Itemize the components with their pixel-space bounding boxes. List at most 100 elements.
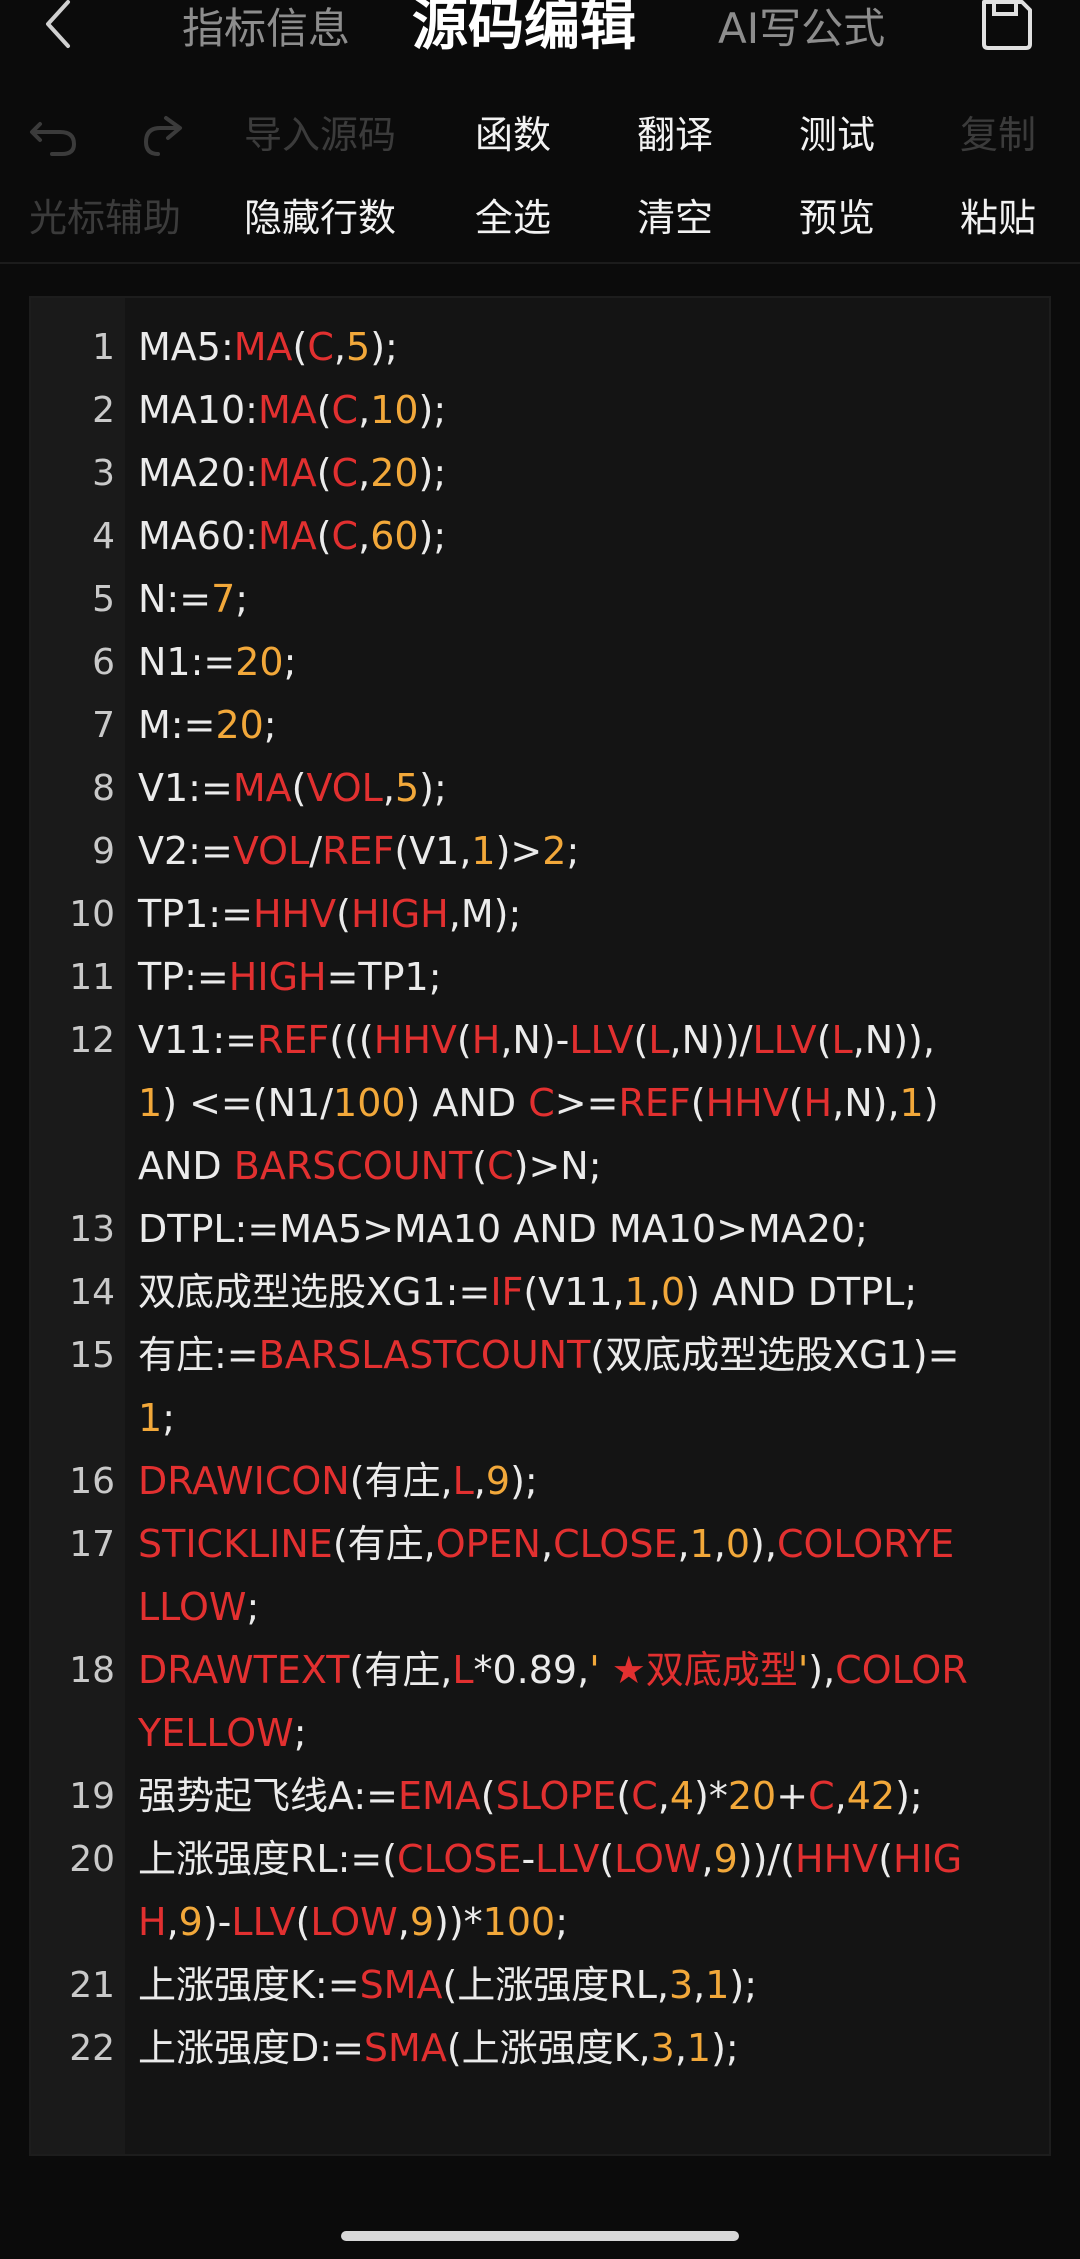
code-token-text: , xyxy=(677,1522,690,1566)
code-line[interactable]: 15 有庄:=BARSLASTCOUNT(双底成型选股XG1)= 1; xyxy=(31,1324,1049,1450)
code-line[interactable]: 22 上涨强度D:=SMA(上涨强度K,3,1); xyxy=(31,2017,1049,2080)
back-button[interactable] xyxy=(38,0,78,56)
code-token-text: V1:= xyxy=(138,766,233,810)
code-token-number: 100 xyxy=(333,1081,406,1125)
code-token-text: ; xyxy=(235,577,249,621)
tab-source-edit[interactable]: 源码编辑 xyxy=(412,0,636,58)
code-token-number: 1 xyxy=(624,1270,649,1314)
code-text: DRAWTEXT(有庄,L*0.89,' ★双底成型'),COLORYELLOW… xyxy=(138,1639,968,1765)
code-line[interactable]: 4 MA60:MA(C,60); xyxy=(31,505,1049,568)
code-token-function: MA xyxy=(232,766,292,810)
code-token-number: 1 xyxy=(138,1396,163,1440)
code-token-number: 20 xyxy=(215,703,264,747)
code-token-text: ); xyxy=(370,325,398,369)
code-line[interactable]: 21 上涨强度K:=SMA(上涨强度RL,3,1); xyxy=(31,1954,1049,2017)
code-token-text: , xyxy=(473,1459,486,1503)
code-line[interactable]: 2 MA10:MA(C,10); xyxy=(31,379,1049,442)
code-token-number: 1 xyxy=(138,1081,163,1125)
code-line[interactable]: 20 上涨强度RL:=(CLOSE-LLV(LOW,9))/(HHV(HIGH,9… xyxy=(31,1828,1049,1954)
code-token-number: 9 xyxy=(178,1900,203,1944)
clear-button[interactable]: 清空 xyxy=(637,188,713,248)
code-token-function: C xyxy=(331,388,359,432)
code-token-text: ))/( xyxy=(737,1837,796,1881)
chevron-left-icon xyxy=(46,0,70,48)
translate-button[interactable]: 翻译 xyxy=(637,105,713,165)
code-token-number: ' xyxy=(589,1648,600,1692)
hide-line-numbers-button[interactable]: 隐藏行数 xyxy=(244,188,396,248)
code-token-text: ( xyxy=(292,325,308,369)
tab-indicator-info[interactable]: 指标信息 xyxy=(182,0,350,60)
code-line[interactable]: 18 DRAWTEXT(有庄,L*0.89,' ★双底成型'),COLORYELL… xyxy=(31,1639,1049,1765)
code-token-function: MA xyxy=(257,451,317,495)
code-token-text: ; xyxy=(555,1900,568,1944)
code-token-function: REF xyxy=(322,829,395,873)
tab-ai-formula[interactable]: AI写公式 xyxy=(718,0,885,60)
code-token-text: (双底成型选股XG1)= xyxy=(590,1333,960,1377)
function-button[interactable]: 函数 xyxy=(475,105,551,165)
home-indicator[interactable] xyxy=(341,2231,739,2241)
undo-button[interactable] xyxy=(26,106,82,166)
code-token-function: LOW xyxy=(614,1837,702,1881)
code-line[interactable]: 8 V1:=MA(VOL,5); xyxy=(31,757,1049,820)
redo-button[interactable] xyxy=(136,106,192,166)
code-token-text: , xyxy=(657,1774,670,1818)
code-line[interactable]: 7 M:=20; xyxy=(31,694,1049,757)
code-token-number: 3 xyxy=(650,2026,675,2070)
copy-button[interactable]: 复制 xyxy=(960,105,1036,165)
code-token-text: , xyxy=(834,1774,847,1818)
preview-button[interactable]: 预览 xyxy=(799,188,875,248)
code-text: STICKLINE(有庄,OPEN,CLOSE,1,0),COLORYELLOW… xyxy=(138,1513,968,1639)
code-token-text: (上涨强度K, xyxy=(446,2026,651,2070)
code-token-number: 60 xyxy=(370,514,419,558)
code-line[interactable]: 12 V11:=REF(((HHV(H,N)-LLV(L,N))/LLV(L,N)… xyxy=(31,1009,1049,1198)
code-token-number: 3 xyxy=(668,1963,694,2007)
code-text: MA60:MA(C,60); xyxy=(138,505,968,568)
code-token-function: L xyxy=(452,1459,474,1503)
code-token-text: ); xyxy=(418,388,447,432)
code-token-text: ( xyxy=(472,1144,488,1188)
test-button[interactable]: 测试 xyxy=(799,105,875,165)
code-token-text: (上涨强度RL, xyxy=(442,1963,669,2007)
code-token-text: , xyxy=(358,514,371,558)
code-line[interactable]: 3 MA20:MA(C,20); xyxy=(31,442,1049,505)
code-line[interactable]: 11 TP:=HIGH=TP1; xyxy=(31,946,1049,1009)
code-line[interactable]: 19 强势起飞线A:=EMA(SLOPE(C,4)*20+C,42); xyxy=(31,1765,1049,1828)
code-token-number: 1 xyxy=(471,829,496,873)
line-number: 12 xyxy=(69,1020,115,1061)
code-token-function: C xyxy=(307,325,334,369)
code-line[interactable]: 1 MA5:MA(C,5); xyxy=(31,316,1049,379)
code-line[interactable]: 14 双底成型选股XG1:=IF(V11,1,0) AND DTPL; xyxy=(31,1261,1049,1324)
paste-button[interactable]: 粘贴 xyxy=(960,188,1036,248)
code-token-function: C xyxy=(331,514,359,558)
code-line[interactable]: 16 DRAWICON(有庄,L,9); xyxy=(31,1450,1049,1513)
code-token-number: 5 xyxy=(346,325,371,369)
code-token-number: 20 xyxy=(370,451,419,495)
code-text: TP:=HIGH=TP1; xyxy=(138,946,968,1009)
code-editor[interactable]: 1 MA5:MA(C,5); 2 MA10:MA(C,10); 3 MA20:MA(C,2… xyxy=(29,296,1051,2156)
code-token-function: MA xyxy=(257,388,317,432)
code-token-text: (V11, xyxy=(523,1270,625,1314)
code-token-number: 0 xyxy=(660,1270,686,1314)
code-token-function: L xyxy=(648,1018,670,1062)
top-bar: 指标信息 源码编辑 AI写公式 xyxy=(0,0,1080,62)
code-line[interactable]: 10 TP1:=HHV(HIGH,M); xyxy=(31,883,1049,946)
code-token-text: ), xyxy=(750,1522,777,1566)
code-token-text: , xyxy=(358,388,371,432)
save-button[interactable] xyxy=(978,0,1034,52)
code-line[interactable]: 5 N:=7; xyxy=(31,568,1049,631)
code-line[interactable]: 9 V2:=VOL/REF(V1,1)>2; xyxy=(31,820,1049,883)
code-token-function: SMA xyxy=(359,1963,443,2007)
cursor-assist-button[interactable]: 光标辅助 xyxy=(29,188,181,248)
code-token-text: ))* xyxy=(434,1900,483,1944)
code-token-text: 上涨强度K:= xyxy=(138,1963,360,2007)
select-all-button[interactable]: 全选 xyxy=(475,188,551,248)
code-token-function: H xyxy=(803,1081,833,1125)
code-token-function: BARSCOUNT xyxy=(233,1144,473,1188)
code-line[interactable]: 6 N1:=20; xyxy=(31,631,1049,694)
code-line[interactable]: 13 DTPL:=MA5>MA10 AND MA10>MA20; xyxy=(31,1198,1049,1261)
code-line[interactable]: 17 STICKLINE(有庄,OPEN,CLOSE,1,0),COLORYELL… xyxy=(31,1513,1049,1639)
code-token-function: L xyxy=(452,1648,474,1692)
import-source-button[interactable]: 导入源码 xyxy=(244,105,396,165)
code-token-number: 1 xyxy=(899,1081,924,1125)
code-token-function: C xyxy=(808,1774,835,1818)
